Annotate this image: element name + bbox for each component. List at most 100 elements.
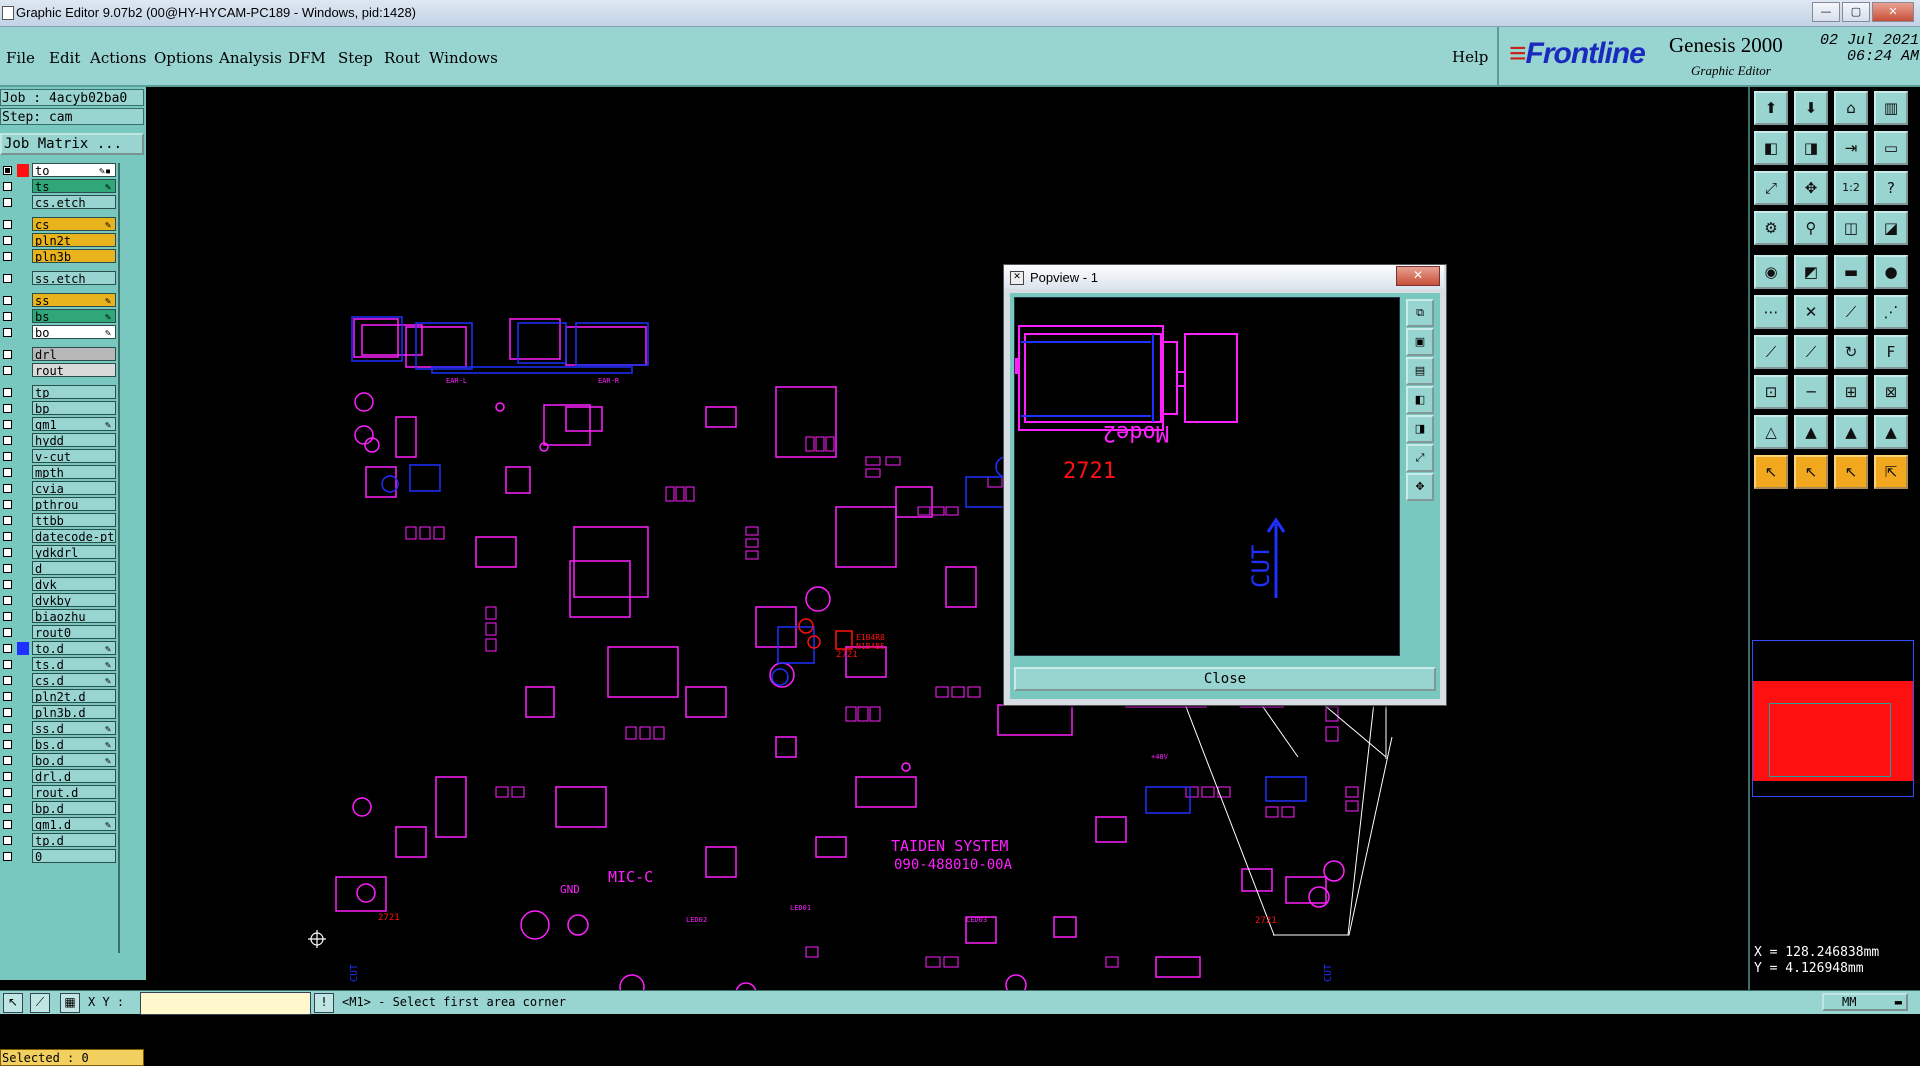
menu-windows[interactable]: Windows — [429, 49, 498, 67]
layer-row[interactable]: bp — [0, 401, 118, 417]
menu-help[interactable]: Help — [1452, 48, 1488, 66]
layer-name[interactable]: cs ✎ — [32, 217, 116, 231]
layer-row[interactable]: pln3b.d — [0, 705, 118, 721]
tool-button-34-icon[interactable]: ▲ — [1794, 415, 1828, 449]
layer-checkbox[interactable] — [3, 724, 12, 733]
popview-tool-3-icon[interactable]: ▤ — [1406, 357, 1434, 385]
layer-checkbox[interactable] — [3, 740, 12, 749]
layer-name[interactable]: v-cut — [32, 449, 116, 463]
layer-checkbox[interactable] — [3, 564, 12, 573]
tool-button-33-icon[interactable]: △ — [1754, 415, 1788, 449]
layer-name[interactable]: tp — [32, 385, 116, 399]
layer-name[interactable]: rout0 — [32, 625, 116, 639]
layer-name[interactable]: dvk — [32, 577, 116, 591]
layer-checkbox[interactable] — [3, 420, 12, 429]
layer-checkbox[interactable] — [3, 644, 12, 653]
layer-checkbox[interactable] — [3, 676, 12, 685]
tool-button-16-icon[interactable]: ◪ — [1874, 211, 1908, 245]
tool-button-32-icon[interactable]: ⊠ — [1874, 375, 1908, 409]
menu-file[interactable]: File — [6, 49, 35, 67]
layer-name[interactable]: pln3b — [32, 249, 116, 263]
layer-name[interactable]: dvkby — [32, 593, 116, 607]
layer-name[interactable]: d — [32, 561, 116, 575]
layer-row[interactable]: pln3b — [0, 249, 118, 265]
layer-checkbox[interactable] — [3, 350, 12, 359]
layer-row[interactable]: cs ✎ — [0, 217, 118, 233]
layer-checkbox[interactable] — [3, 660, 12, 669]
popview-close-x-button[interactable]: ✕ — [1396, 266, 1440, 286]
layer-checkbox[interactable] — [3, 296, 12, 305]
tool-button-29-icon[interactable]: ⊡ — [1754, 375, 1788, 409]
layer-checkbox[interactable] — [3, 436, 12, 445]
layer-row[interactable]: bp.d — [0, 801, 118, 817]
layer-checkbox[interactable] — [3, 404, 12, 413]
layer-row[interactable]: to.d ✎ — [0, 641, 118, 657]
layer-name[interactable]: cs.d ✎ — [32, 673, 116, 687]
tool-button-18-icon[interactable]: ◩ — [1794, 255, 1828, 289]
layer-row[interactable]: gm1 ✎ — [0, 417, 118, 433]
layer-checkbox[interactable] — [3, 852, 12, 861]
graphic-canvas[interactable]: E1B4R8 N1B4B5 2721 EAR-L EAR-R +48V LED0… — [146, 87, 1748, 1004]
tool-button-22-icon[interactable]: ✕ — [1794, 295, 1828, 329]
tool-button-9-icon[interactable]: ⤢ — [1754, 171, 1788, 205]
units-selector[interactable]: MM ▬ — [1822, 993, 1908, 1011]
layer-name[interactable]: to ✎▪ — [32, 163, 116, 177]
tool-button-12-icon[interactable]: ? — [1874, 171, 1908, 205]
layer-name[interactable]: hydd — [32, 433, 116, 447]
layer-name[interactable]: ydkdrl — [32, 545, 116, 559]
layer-name[interactable]: pln3b.d — [32, 705, 116, 719]
layer-row[interactable]: pthrou — [0, 497, 118, 513]
layer-name[interactable]: ss ✎ — [32, 293, 116, 307]
layer-row[interactable]: mpth — [0, 465, 118, 481]
tool-button-40-icon[interactable]: ⇱ — [1874, 455, 1908, 489]
tool-button-38-icon[interactable]: ↖ — [1794, 455, 1828, 489]
tool-button-8-icon[interactable]: ▭ — [1874, 131, 1908, 165]
layer-row[interactable]: v-cut — [0, 449, 118, 465]
layer-checkbox[interactable] — [3, 484, 12, 493]
tool-button-14-icon[interactable]: ⚲ — [1794, 211, 1828, 245]
pointer-mode-icon[interactable]: ↖ — [3, 993, 23, 1013]
tool-button-17-icon[interactable]: ◉ — [1754, 255, 1788, 289]
layer-name[interactable]: bs.d ✎ — [32, 737, 116, 751]
tool-button-28-icon[interactable]: F — [1874, 335, 1908, 369]
tool-button-4-icon[interactable]: ▥ — [1874, 91, 1908, 125]
xy-input[interactable] — [140, 992, 311, 1015]
popview-zoom-icon[interactable]: ✥ — [1406, 473, 1434, 501]
layer-row[interactable]: ttbb — [0, 513, 118, 529]
popview-close-button[interactable]: Close — [1014, 667, 1436, 691]
layer-row[interactable]: ts.d ✎ — [0, 657, 118, 673]
layer-name[interactable]: rout — [32, 363, 116, 377]
tool-button-19-icon[interactable]: ▬ — [1834, 255, 1868, 289]
layer-name[interactable]: bp — [32, 401, 116, 415]
layer-row[interactable]: d — [0, 561, 118, 577]
layer-name[interactable]: drl.d — [32, 769, 116, 783]
layer-row[interactable]: ts ✎ — [0, 179, 118, 195]
layer-checkbox[interactable] — [3, 820, 12, 829]
layer-checkbox[interactable] — [3, 198, 12, 207]
tool-button-13-icon[interactable]: ⚙ — [1754, 211, 1788, 245]
popview-tool-2-icon[interactable]: ▣ — [1406, 328, 1434, 356]
layer-checkbox[interactable] — [3, 612, 12, 621]
layer-name[interactable]: datecode-pt — [32, 529, 116, 543]
tool-button-25-icon[interactable]: ⟋ — [1754, 335, 1788, 369]
layer-name[interactable]: rout.d — [32, 785, 116, 799]
layer-name[interactable]: cvia — [32, 481, 116, 495]
tool-button-30-icon[interactable]: ─ — [1794, 375, 1828, 409]
layer-name[interactable]: bo ✎ — [32, 325, 116, 339]
maximize-button[interactable]: ▢ — [1842, 2, 1870, 22]
layer-row[interactable]: hydd — [0, 433, 118, 449]
tool-button-2-icon[interactable]: ⬇ — [1794, 91, 1828, 125]
layer-checkbox[interactable] — [3, 312, 12, 321]
popview-zoom-fit-icon[interactable]: ⤢ — [1406, 444, 1434, 472]
layer-row[interactable]: tp.d — [0, 833, 118, 849]
layer-checkbox[interactable] — [3, 548, 12, 557]
layer-row[interactable]: 0 — [0, 849, 118, 865]
layer-row[interactable]: bs ✎ — [0, 309, 118, 325]
layer-name[interactable]: mpth — [32, 465, 116, 479]
popview-canvas[interactable]: Mode2 2721 CUT — [1014, 297, 1400, 656]
tool-button-7-icon[interactable]: ⇥ — [1834, 131, 1868, 165]
layer-checkbox[interactable] — [3, 452, 12, 461]
job-matrix-button[interactable]: Job Matrix ... — [0, 133, 144, 155]
overview-minimap[interactable] — [1752, 640, 1914, 797]
layer-checkbox[interactable] — [3, 580, 12, 589]
